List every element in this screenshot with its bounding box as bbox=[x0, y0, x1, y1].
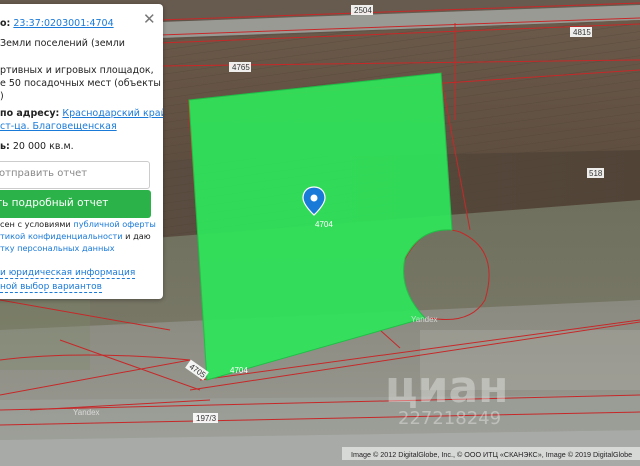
road-label-2504: 2504 bbox=[351, 5, 373, 15]
road-label-197-3: 197/3 bbox=[193, 413, 218, 423]
consent-line-2: тикой конфиденциальности и даю bbox=[0, 230, 151, 242]
map-attribution: Image © 2012 DigitalGlobe, Inc., © ООО И… bbox=[351, 450, 632, 459]
privacy-policy-link[interactable]: тикой конфиденциальности bbox=[0, 231, 123, 241]
close-icon[interactable]: ✕ bbox=[143, 12, 156, 27]
personal-data-link[interactable]: тку персональных данных bbox=[0, 243, 115, 253]
road-label-text: 4815 bbox=[573, 28, 591, 37]
usage-line-3: ) bbox=[0, 91, 4, 102]
consent-text-1: сен с условиями bbox=[0, 219, 74, 229]
parcel-label-2: 4704 bbox=[230, 366, 248, 375]
public-offer-link[interactable]: публичной оферты bbox=[73, 219, 155, 229]
address-link-line-1[interactable]: Краснодарский край, р- bbox=[62, 108, 163, 119]
yandex-watermark-right: Yandex bbox=[411, 315, 438, 324]
parcel-label: 4704 bbox=[315, 220, 333, 229]
usage-line-2: е 50 посадочных мест (объекты не bbox=[0, 78, 163, 89]
detailed-report-button-label: ть подробный отчет bbox=[0, 197, 109, 209]
cian-watermark-text: циан bbox=[385, 362, 509, 413]
send-report-input[interactable]: отправить отчет bbox=[0, 161, 150, 189]
cadastre-row: о: 23:37:0203001:4704 bbox=[0, 18, 114, 29]
category-text: Земли поселений (земли bbox=[0, 38, 125, 49]
cadastre-number-link[interactable]: 23:37:0203001:4704 bbox=[13, 18, 113, 29]
address-prefix: по адресу: bbox=[0, 108, 60, 119]
cian-watermark: циан 227218249 bbox=[385, 362, 509, 429]
road-label-text: 518 bbox=[589, 169, 603, 178]
area-row: ь: 20 000 кв.м. bbox=[0, 141, 74, 152]
consent-text-2: и даю bbox=[122, 231, 151, 241]
road-label-text: 197/3 bbox=[196, 414, 217, 423]
detailed-report-button[interactable]: ть подробный отчет bbox=[0, 190, 151, 218]
parcel-info-panel: ✕ о: 23:37:0203001:4704 Земли поселений … bbox=[0, 4, 163, 299]
road-label-4815: 4815 bbox=[570, 27, 592, 37]
area-value: 20 000 кв.м. bbox=[12, 141, 74, 152]
consent-line-3: тку персональных данных bbox=[0, 242, 115, 254]
options-link[interactable]: ной выбор вариантов bbox=[0, 282, 102, 293]
address-link-line-2[interactable]: ст-ца. Благовещенская bbox=[0, 121, 117, 132]
address-row: по адресу: Краснодарский край, р- bbox=[0, 108, 163, 119]
road-label-text: 2504 bbox=[354, 6, 372, 15]
usage-line-1: ртивных и игровых площадок, bbox=[0, 65, 154, 76]
area-prefix: ь: bbox=[0, 141, 10, 152]
legal-info-link[interactable]: и юридическая информация bbox=[0, 268, 136, 279]
road-label-4765: 4765 bbox=[229, 62, 251, 72]
send-report-placeholder: отправить отчет bbox=[0, 168, 88, 179]
yandex-watermark-left: Yandex bbox=[73, 408, 100, 417]
road-label-518: 518 bbox=[587, 168, 604, 178]
cadastre-prefix: о: bbox=[0, 18, 11, 29]
cian-watermark-number: 227218249 bbox=[398, 408, 501, 429]
consent-line-1: сен с условиями публичной оферты bbox=[0, 218, 156, 230]
road-label-text: 4765 bbox=[232, 63, 250, 72]
